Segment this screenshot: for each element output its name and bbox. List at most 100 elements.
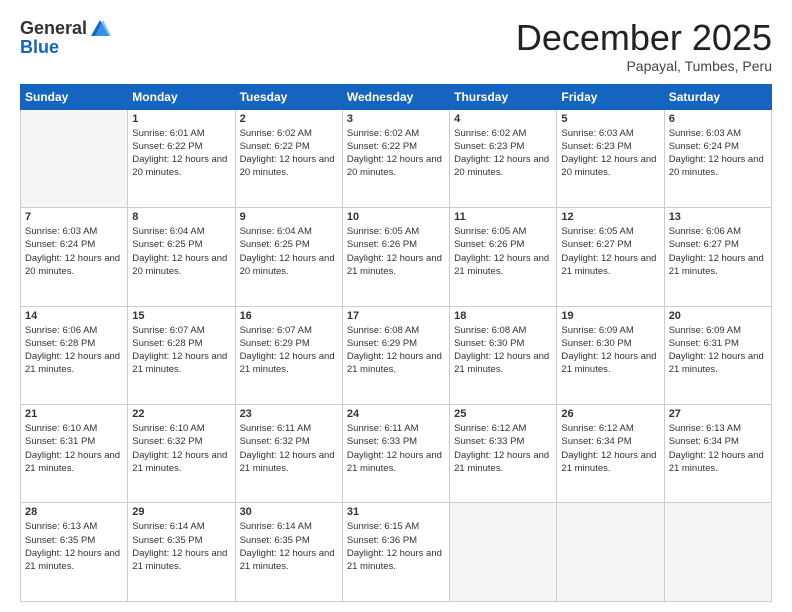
day-number: 19 xyxy=(561,310,659,322)
month-title: December 2025 xyxy=(516,18,772,58)
table-row: 25 Sunrise: 6:12 AMSunset: 6:33 PMDayligh… xyxy=(450,405,557,503)
header: General Blue December 2025 Papayal, Tumb… xyxy=(20,18,772,74)
day-number: 5 xyxy=(561,113,659,125)
day-number: 26 xyxy=(561,408,659,420)
day-number: 9 xyxy=(240,211,338,223)
day-number: 6 xyxy=(669,113,767,125)
calendar-week-row: 28 Sunrise: 6:13 AMSunset: 6:35 PMDayligh… xyxy=(21,503,772,602)
cell-info: Sunrise: 6:02 AMSunset: 6:23 PMDaylight:… xyxy=(454,127,552,180)
logo-icon xyxy=(89,18,111,40)
table-row: 1 Sunrise: 6:01 AMSunset: 6:22 PMDaylight… xyxy=(128,109,235,207)
col-saturday: Saturday xyxy=(664,84,771,109)
day-number: 8 xyxy=(132,211,230,223)
page: General Blue December 2025 Papayal, Tumb… xyxy=(0,0,792,612)
cell-info: Sunrise: 6:03 AMSunset: 6:24 PMDaylight:… xyxy=(669,127,767,180)
day-number: 21 xyxy=(25,408,123,420)
calendar-week-row: 1 Sunrise: 6:01 AMSunset: 6:22 PMDaylight… xyxy=(21,109,772,207)
calendar-table: Sunday Monday Tuesday Wednesday Thursday… xyxy=(20,84,772,602)
table-row: 22Sunrise: 6:10 AMSunset: 6:32 PMDayligh… xyxy=(128,405,235,503)
table-row: 28 Sunrise: 6:13 AMSunset: 6:35 PMDayligh… xyxy=(21,503,128,602)
table-row: 2 Sunrise: 6:02 AMSunset: 6:22 PMDaylight… xyxy=(235,109,342,207)
table-row: 24 Sunrise: 6:11 AMSunset: 6:33 PMDayligh… xyxy=(342,405,449,503)
calendar-week-row: 14 Sunrise: 6:06 AMSunset: 6:28 PMDayligh… xyxy=(21,306,772,404)
day-number: 13 xyxy=(669,211,767,223)
col-wednesday: Wednesday xyxy=(342,84,449,109)
day-number: 31 xyxy=(347,506,445,518)
cell-info: Sunrise: 6:02 AMSunset: 6:22 PMDaylight:… xyxy=(347,127,445,180)
day-number: 4 xyxy=(454,113,552,125)
calendar-header-row: Sunday Monday Tuesday Wednesday Thursday… xyxy=(21,84,772,109)
table-row: 20 Sunrise: 6:09 AMSunset: 6:31 PMDayligh… xyxy=(664,306,771,404)
cell-info: Sunrise: 6:12 AMSunset: 6:33 PMDaylight:… xyxy=(454,422,552,475)
table-row: 15Sunrise: 6:07 AMSunset: 6:28 PMDayligh… xyxy=(128,306,235,404)
table-row: 21 Sunrise: 6:10 AMSunset: 6:31 PMDayligh… xyxy=(21,405,128,503)
day-number: 3 xyxy=(347,113,445,125)
col-tuesday: Tuesday xyxy=(235,84,342,109)
cell-info: Sunrise: 6:11 AMSunset: 6:32 PMDaylight:… xyxy=(240,422,338,475)
cell-info: Sunrise: 6:06 AMSunset: 6:28 PMDaylight:… xyxy=(25,324,123,377)
table-row xyxy=(557,503,664,602)
calendar-week-row: 21 Sunrise: 6:10 AMSunset: 6:31 PMDayligh… xyxy=(21,405,772,503)
day-number: 14 xyxy=(25,310,123,322)
logo: General Blue xyxy=(20,18,111,58)
table-row: 18 Sunrise: 6:08 AMSunset: 6:30 PMDayligh… xyxy=(450,306,557,404)
table-row: 10Sunrise: 6:05 AMSunset: 6:26 PMDayligh… xyxy=(342,208,449,306)
table-row: 6 Sunrise: 6:03 AMSunset: 6:24 PMDaylight… xyxy=(664,109,771,207)
day-number: 23 xyxy=(240,408,338,420)
table-row: 29Sunrise: 6:14 AMSunset: 6:35 PMDayligh… xyxy=(128,503,235,602)
col-thursday: Thursday xyxy=(450,84,557,109)
col-monday: Monday xyxy=(128,84,235,109)
day-number: 17 xyxy=(347,310,445,322)
cell-info: Sunrise: 6:14 AMSunset: 6:35 PMDaylight:… xyxy=(240,520,338,573)
table-row xyxy=(450,503,557,602)
cell-info: Sunrise: 6:02 AMSunset: 6:22 PMDaylight:… xyxy=(240,127,338,180)
cell-info: Sunrise: 6:03 AMSunset: 6:24 PMDaylight:… xyxy=(25,225,123,278)
table-row xyxy=(664,503,771,602)
cell-info: Sunrise: 6:11 AMSunset: 6:33 PMDaylight:… xyxy=(347,422,445,475)
cell-info: Sunrise: 6:05 AMSunset: 6:27 PMDaylight:… xyxy=(561,225,659,278)
table-row: 3 Sunrise: 6:02 AMSunset: 6:22 PMDaylight… xyxy=(342,109,449,207)
cell-info: Sunrise: 6:12 AMSunset: 6:34 PMDaylight:… xyxy=(561,422,659,475)
day-number: 25 xyxy=(454,408,552,420)
table-row: 14 Sunrise: 6:06 AMSunset: 6:28 PMDayligh… xyxy=(21,306,128,404)
cell-info: Sunrise: 6:07 AMSunset: 6:29 PMDaylight:… xyxy=(240,324,338,377)
table-row: 23 Sunrise: 6:11 AMSunset: 6:32 PMDayligh… xyxy=(235,405,342,503)
day-number: 30 xyxy=(240,506,338,518)
cell-info: Sunrise: 6:13 AMSunset: 6:35 PMDaylight:… xyxy=(25,520,123,573)
logo-blue: Blue xyxy=(20,38,111,58)
day-number: 22 xyxy=(132,408,230,420)
cell-info: Sunrise: 6:09 AMSunset: 6:31 PMDaylight:… xyxy=(669,324,767,377)
cell-info: Sunrise: 6:07 AMSunset: 6:28 PMDaylight:… xyxy=(132,324,230,377)
table-row: 9Sunrise: 6:04 AMSunset: 6:25 PMDaylight… xyxy=(235,208,342,306)
col-sunday: Sunday xyxy=(21,84,128,109)
table-row xyxy=(21,109,128,207)
cell-info: Sunrise: 6:14 AMSunset: 6:35 PMDaylight:… xyxy=(132,520,230,573)
subtitle: Papayal, Tumbes, Peru xyxy=(516,58,772,74)
table-row: 30 Sunrise: 6:14 AMSunset: 6:35 PMDayligh… xyxy=(235,503,342,602)
cell-info: Sunrise: 6:10 AMSunset: 6:31 PMDaylight:… xyxy=(25,422,123,475)
table-row: 8 Sunrise: 6:04 AMSunset: 6:25 PMDaylight… xyxy=(128,208,235,306)
day-number: 16 xyxy=(240,310,338,322)
cell-info: Sunrise: 6:05 AMSunset: 6:26 PMDaylight:… xyxy=(454,225,552,278)
cell-info: Sunrise: 6:03 AMSunset: 6:23 PMDaylight:… xyxy=(561,127,659,180)
cell-info: Sunrise: 6:01 AMSunset: 6:22 PMDaylight:… xyxy=(132,127,230,180)
day-number: 24 xyxy=(347,408,445,420)
day-number: 28 xyxy=(25,506,123,518)
day-number: 11 xyxy=(454,211,552,223)
title-block: December 2025 Papayal, Tumbes, Peru xyxy=(516,18,772,74)
table-row: 31 Sunrise: 6:15 AMSunset: 6:36 PMDayligh… xyxy=(342,503,449,602)
cell-info: Sunrise: 6:06 AMSunset: 6:27 PMDaylight:… xyxy=(669,225,767,278)
table-row: 7Sunrise: 6:03 AMSunset: 6:24 PMDaylight… xyxy=(21,208,128,306)
day-number: 1 xyxy=(132,113,230,125)
cell-info: Sunrise: 6:15 AMSunset: 6:36 PMDaylight:… xyxy=(347,520,445,573)
cell-info: Sunrise: 6:04 AMSunset: 6:25 PMDaylight:… xyxy=(132,225,230,278)
table-row: 19Sunrise: 6:09 AMSunset: 6:30 PMDayligh… xyxy=(557,306,664,404)
table-row: 4 Sunrise: 6:02 AMSunset: 6:23 PMDaylight… xyxy=(450,109,557,207)
day-number: 18 xyxy=(454,310,552,322)
table-row: 26 Sunrise: 6:12 AMSunset: 6:34 PMDayligh… xyxy=(557,405,664,503)
cell-info: Sunrise: 6:08 AMSunset: 6:30 PMDaylight:… xyxy=(454,324,552,377)
table-row: 16 Sunrise: 6:07 AMSunset: 6:29 PMDayligh… xyxy=(235,306,342,404)
day-number: 20 xyxy=(669,310,767,322)
day-number: 2 xyxy=(240,113,338,125)
calendar-week-row: 7Sunrise: 6:03 AMSunset: 6:24 PMDaylight… xyxy=(21,208,772,306)
